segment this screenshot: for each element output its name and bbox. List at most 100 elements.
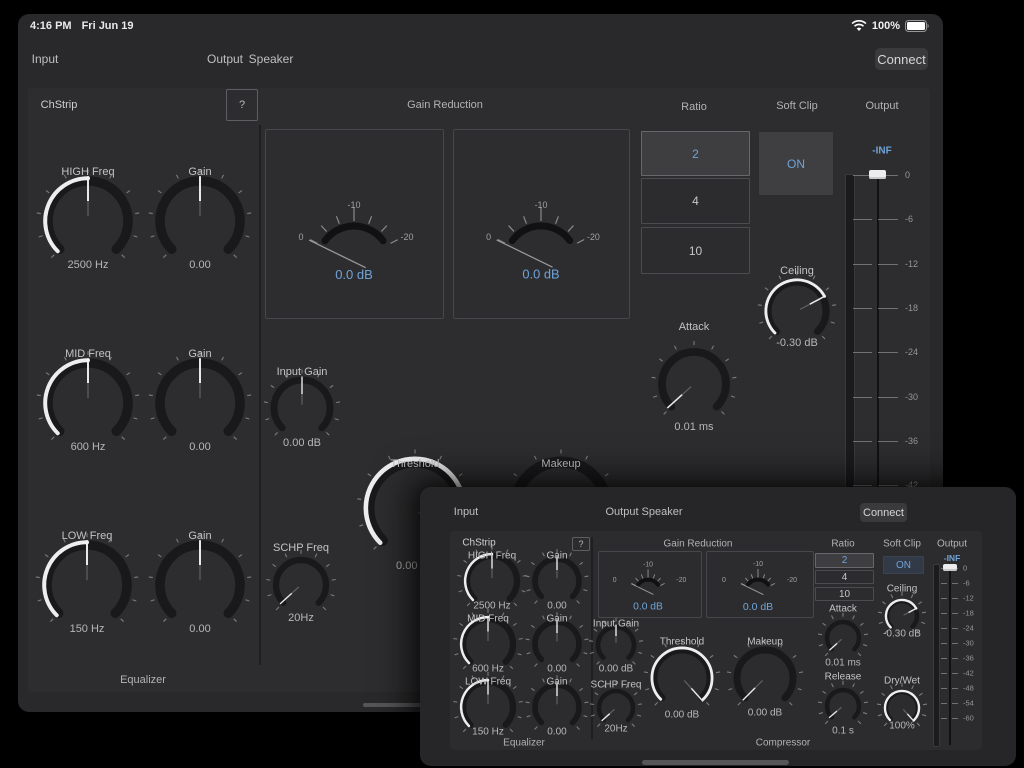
nav-input[interactable]: Input (32, 52, 59, 66)
attack-knob-value: 0.01 ms (825, 658, 861, 669)
ratio-option-2[interactable]: 2 (815, 553, 874, 568)
gain-reduction-meter-2: 0 -10 -20 0.0 dB (453, 129, 630, 319)
front-window: Input Output Speaker Connect ChStrip ? H… (420, 487, 1016, 766)
vu-value: 0.0 dB (633, 602, 663, 613)
soft-clip-on-button[interactable]: ON (883, 556, 924, 574)
vu-tick-10: -10 (643, 561, 653, 568)
gain-reduction-meter-2: 0 -10 -20 0.0 dB (706, 551, 814, 618)
mid-freq-knob-label: MID Freq (467, 614, 509, 625)
vu-tick-20: -20 (676, 577, 686, 584)
mid-gain-knob-label: Gain (546, 614, 567, 625)
nav-output[interactable]: Output (207, 52, 243, 66)
input-gain-knob[interactable]: Input Gain 0.00 dB (585, 614, 647, 676)
vu-needle (497, 240, 553, 267)
high-freq-knob[interactable]: HIGH Freq2500 Hz (35, 168, 141, 274)
input-gain-knob-label: Input Gain (593, 619, 639, 630)
threshold-knob-value: 0.00 dB (665, 710, 699, 721)
schp-freq-knob-value: 20Hz (604, 724, 627, 735)
threshold-knob-label: Threshold (660, 637, 704, 648)
compressor-label: Compressor (756, 738, 810, 749)
ceiling-knob-label: Ceiling (780, 265, 814, 277)
vu-tick-0: 0 (613, 577, 617, 584)
vu-tick-10: -10 (753, 561, 763, 568)
high-gain-knob[interactable]: Gain0.00 (522, 546, 592, 616)
status-indicators: 100% (851, 20, 930, 32)
input-gain-knob[interactable]: Input Gain0.00 dB (261, 367, 343, 449)
ceiling-knob[interactable]: Ceiling-0.30 dB (874, 588, 930, 644)
home-indicator[interactable] (642, 760, 789, 765)
mid-gain-knob-value: 0.00 (189, 441, 210, 453)
vu-needle (309, 240, 366, 268)
low-gain-knob-label: Gain (546, 677, 567, 688)
screen: 4:16 PMFri Jun 19 100% Input Output Spea… (0, 0, 1024, 768)
connect-button[interactable]: Connect (860, 503, 907, 522)
help-button[interactable]: ? (226, 89, 258, 121)
schp-freq-knob-label: SCHP Freq (591, 680, 642, 691)
schp-freq-knob-value: 20Hz (288, 612, 314, 624)
low-freq-knob-value: 150 Hz (472, 727, 504, 738)
dry-wet-knob[interactable]: Dry/Wet100% (873, 679, 931, 737)
connect-button[interactable]: Connect (875, 48, 928, 70)
vu-tick-0: 0 (486, 232, 491, 242)
low-freq-knob[interactable]: LOW Freq 150 Hz (34, 532, 140, 638)
mid-gain-knob[interactable]: Gain0.00 (522, 609, 592, 679)
ratio-title: Ratio (681, 101, 707, 113)
high-gain-knob[interactable]: Gain0.00 (147, 168, 253, 274)
mid-gain-knob[interactable]: Gain 0.00 (147, 350, 253, 456)
makeup-knob[interactable]: Makeup0.00 dB (724, 637, 806, 719)
threshold-knob[interactable]: Threshold 0.00 dB (641, 637, 723, 719)
soft-clip-title: Soft Clip (883, 539, 921, 550)
release-knob-value: 0.1 s (832, 726, 854, 737)
output-fader-track (949, 564, 951, 745)
mid-freq-knob[interactable]: MID Freq600 Hz (35, 350, 141, 456)
plugin-title: ChStrip (41, 99, 78, 111)
vu-tick-20: -20 (400, 232, 413, 242)
low-gain-knob[interactable]: Gain0.00 (147, 532, 253, 638)
mid-gain-knob-label: Gain (188, 348, 211, 360)
low-gain-knob-label: Gain (188, 530, 211, 542)
gain-reduction-title: Gain Reduction (664, 539, 733, 550)
ratio-option-2[interactable]: 2 (641, 131, 750, 176)
input-gain-knob-value: 0.00 dB (283, 437, 321, 449)
ratio-option-4[interactable]: 4 (815, 570, 874, 584)
status-time: 4:16 PM (30, 20, 72, 32)
vu-needle (631, 584, 653, 595)
low-freq-knob-label: LOW Freq (62, 530, 113, 542)
soft-clip-on-button[interactable]: ON (759, 132, 833, 195)
nav-input[interactable]: Input (454, 506, 478, 518)
schp-freq-knob[interactable]: SCHP Freq20Hz (263, 547, 339, 623)
output-title: Output (937, 539, 967, 550)
vu-value: 0.0 dB (522, 266, 559, 281)
schp-freq-knob-label: SCHP Freq (273, 542, 329, 554)
battery-percent: 100% (872, 20, 900, 32)
vu-tick-10: -10 (347, 200, 360, 210)
attack-knob[interactable]: Attack0.01 ms (814, 609, 872, 667)
ratio-option-4[interactable]: 4 (641, 178, 750, 224)
high-gain-knob-value: 0.00 (189, 259, 210, 271)
input-gain-knob-value: 0.00 dB (599, 664, 633, 675)
makeup-knob-value: 0.00 dB (748, 708, 782, 719)
high-gain-knob-label: Gain (546, 551, 567, 562)
ratio-option-10[interactable]: 10 (641, 227, 750, 274)
nav-speaker[interactable]: Speaker (249, 52, 294, 66)
low-gain-knob[interactable]: Gain 0.00 (522, 672, 592, 742)
low-freq-knob-value: 150 Hz (70, 623, 105, 635)
dry-wet-knob-value: 100% (889, 721, 915, 732)
nav-speaker[interactable]: Speaker (642, 506, 683, 518)
release-knob[interactable]: Release0.1 s (814, 677, 872, 735)
vu-value: 0.0 dB (335, 267, 373, 282)
output-fader-handle[interactable] (943, 564, 957, 571)
low-gain-knob-value: 0.00 (547, 727, 566, 738)
ceiling-knob[interactable]: Ceiling-0.30 dB (755, 269, 839, 353)
low-freq-knob[interactable]: LOW Freq 150 Hz (450, 669, 526, 745)
ratio-option-10[interactable]: 10 (815, 587, 874, 601)
attack-knob-value: 0.01 ms (674, 421, 713, 433)
output-fader-handle[interactable] (869, 170, 886, 179)
output-title: Output (865, 100, 898, 112)
low-freq-knob-label: LOW Freq (465, 677, 511, 688)
nav-output[interactable]: Output (605, 506, 638, 518)
output-overload-label: -INF (944, 553, 961, 563)
attack-knob[interactable]: Attack0.01 ms (649, 339, 739, 429)
vu-needle (741, 584, 764, 595)
schp-freq-knob[interactable]: SCHP Freq 20Hz (586, 678, 646, 738)
